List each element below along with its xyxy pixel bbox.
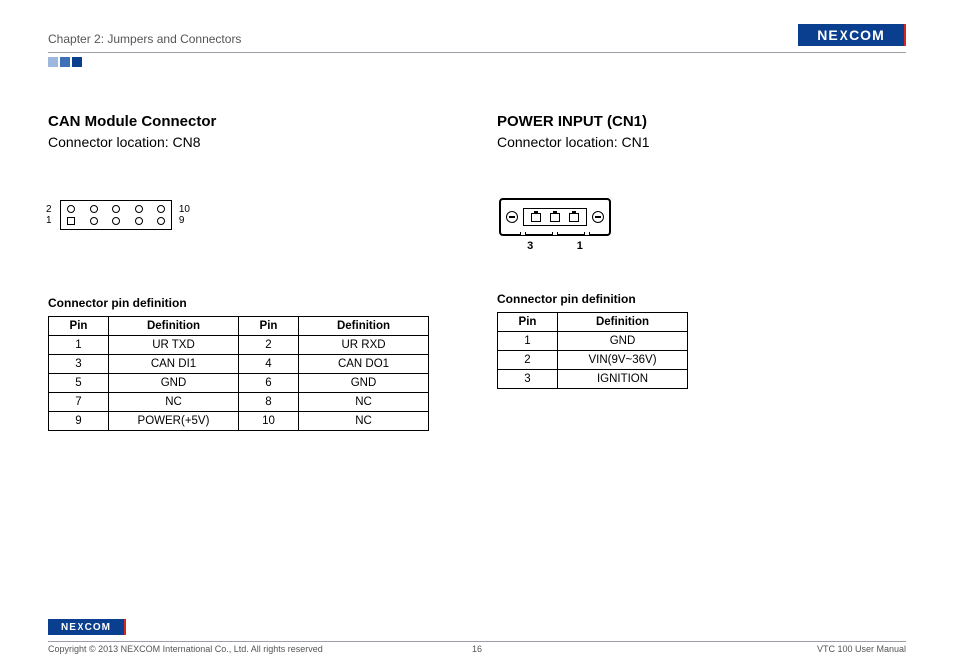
- cn8-label-10: 10: [179, 204, 190, 215]
- cn1-label-1: 1: [577, 240, 583, 252]
- chapter-title: Chapter 2: Jumpers and Connectors: [48, 32, 241, 46]
- right-section-title: POWER INPUT (CN1): [497, 113, 906, 130]
- copyright-text: Copyright © 2013 NEXCOM International Co…: [48, 644, 323, 654]
- left-section-title: CAN Module Connector: [48, 113, 457, 130]
- table-row: 3CAN DI14CAN DO1: [49, 355, 429, 374]
- table-row: 2VIN(9V~36V): [498, 351, 688, 370]
- cn8-label-2: 2: [46, 204, 52, 215]
- page-number: 16: [472, 644, 482, 654]
- th-def: Definition: [299, 317, 429, 336]
- table-row: 7NC8NC: [49, 393, 429, 412]
- cn8-label-1: 1: [46, 215, 52, 226]
- table-row: 9POWER(+5V)10NC: [49, 412, 429, 431]
- th-def: Definition: [109, 317, 239, 336]
- cn1-diagram: 3 1: [499, 198, 649, 252]
- cn8-table: Pin Definition Pin Definition 1UR TXD2UR…: [48, 316, 429, 431]
- doc-title: VTC 100 User Manual: [817, 644, 906, 654]
- th-pin: Pin: [49, 317, 109, 336]
- cn1-table: Pin Definition 1GND 2VIN(9V~36V) 3IGNITI…: [497, 312, 688, 389]
- table-row: 1UR TXD2UR RXD: [49, 336, 429, 355]
- left-table-label: Connector pin definition: [48, 296, 457, 310]
- table-row: 5GND6GND: [49, 374, 429, 393]
- th-pin: Pin: [498, 313, 558, 332]
- footer-logo: NEXCOM: [48, 619, 126, 635]
- right-section-subtitle: Connector location: CN1: [497, 134, 906, 150]
- right-table-label: Connector pin definition: [497, 292, 906, 306]
- left-section-subtitle: Connector location: CN8: [48, 134, 457, 150]
- th-def: Definition: [558, 313, 688, 332]
- cn8-diagram: 2 1 10 9: [50, 198, 230, 246]
- header-rule: [48, 52, 906, 53]
- table-row: 1GND: [498, 332, 688, 351]
- table-row: 3IGNITION: [498, 370, 688, 389]
- th-pin: Pin: [239, 317, 299, 336]
- decorative-squares: [48, 57, 906, 67]
- cn1-label-3: 3: [527, 240, 533, 252]
- brand-logo: NEXCOM: [798, 24, 906, 46]
- cn8-label-9: 9: [179, 215, 190, 226]
- footer-rule: [48, 641, 906, 642]
